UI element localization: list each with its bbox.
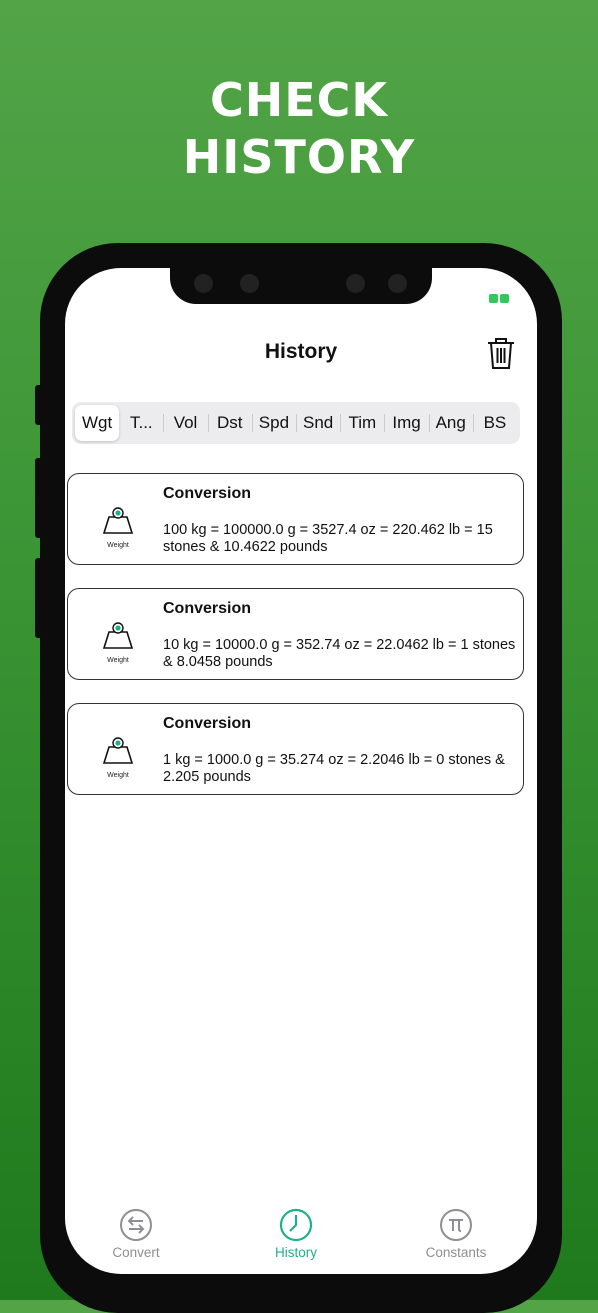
tab-history-label: History: [274, 1245, 317, 1260]
category-segmented-control[interactable]: Wgt T... Vol Dst Spd Snd Tim Img Ang BS: [72, 402, 520, 444]
segment-5[interactable]: Spd: [251, 405, 296, 441]
tab-history[interactable]: History: [236, 1208, 356, 1260]
page-title: History: [264, 340, 338, 363]
segment-8[interactable]: Img: [384, 405, 428, 441]
tab-convert[interactable]: Convert: [76, 1208, 196, 1260]
history-card-title: Conversion: [163, 485, 252, 502]
history-card-text: 10 kg = 10000.0 g = 352.74 oz = 22.0462 …: [163, 637, 516, 670]
segment-9[interactable]: Ang: [428, 405, 473, 441]
history-card-title: Conversion: [163, 600, 252, 617]
phone-notch: [170, 268, 432, 304]
segment-6[interactable]: Snd: [296, 405, 340, 441]
tab-constants[interactable]: Constants: [396, 1208, 516, 1260]
weight-icon-label: Weight: [107, 657, 129, 664]
tab-convert-label: Convert: [112, 1245, 160, 1260]
app-screen: History Wgt T... Vol Dst Spd Snd Tim Img Ang BS W…: [65, 268, 537, 1274]
segment-4[interactable]: Dst: [207, 405, 252, 441]
clock-icon: [279, 1208, 313, 1242]
history-card[interactable]: Weight Conversion 10 kg = 10000.0 g = 352.…: [67, 588, 524, 680]
tab-bar: Convert History Constants: [65, 1208, 537, 1268]
history-card-text: 100 kg = 100000.0 g = 3527.4 oz = 220.46…: [163, 522, 493, 555]
promo-headline: CHECK HISTORY: [0, 72, 598, 186]
promo-line-2: HISTORY: [182, 130, 416, 184]
segment-7[interactable]: Tim: [340, 405, 384, 441]
history-card[interactable]: Weight Conversion 1 kg = 1000.0 g = 35.274…: [67, 703, 524, 795]
weight-icon: Weight: [88, 499, 148, 559]
weight-icon: Weight: [88, 729, 148, 789]
weight-icon: Weight: [88, 614, 148, 674]
segment-1[interactable]: Wgt: [75, 405, 120, 441]
weight-icon-label: Weight: [107, 772, 129, 779]
trash-icon[interactable]: [485, 336, 517, 370]
pi-icon: [440, 1209, 472, 1241]
weight-icon-label: Weight: [107, 542, 129, 549]
convert-arrows-icon: [120, 1209, 152, 1241]
history-card-text: 1 kg = 1000.0 g = 35.274 oz = 2.2046 lb …: [163, 752, 505, 785]
tab-constants-label: Constants: [425, 1245, 487, 1260]
history-card[interactable]: Weight Conversion 100 kg = 100000.0 g = 35…: [67, 473, 524, 565]
history-card-title: Conversion: [163, 715, 252, 732]
segment-3[interactable]: Vol: [163, 405, 207, 441]
segment-10[interactable]: BS: [472, 405, 517, 441]
promo-line-1: CHECK: [209, 73, 389, 127]
battery-icon: [489, 294, 513, 303]
segment-2[interactable]: T...: [119, 405, 163, 441]
